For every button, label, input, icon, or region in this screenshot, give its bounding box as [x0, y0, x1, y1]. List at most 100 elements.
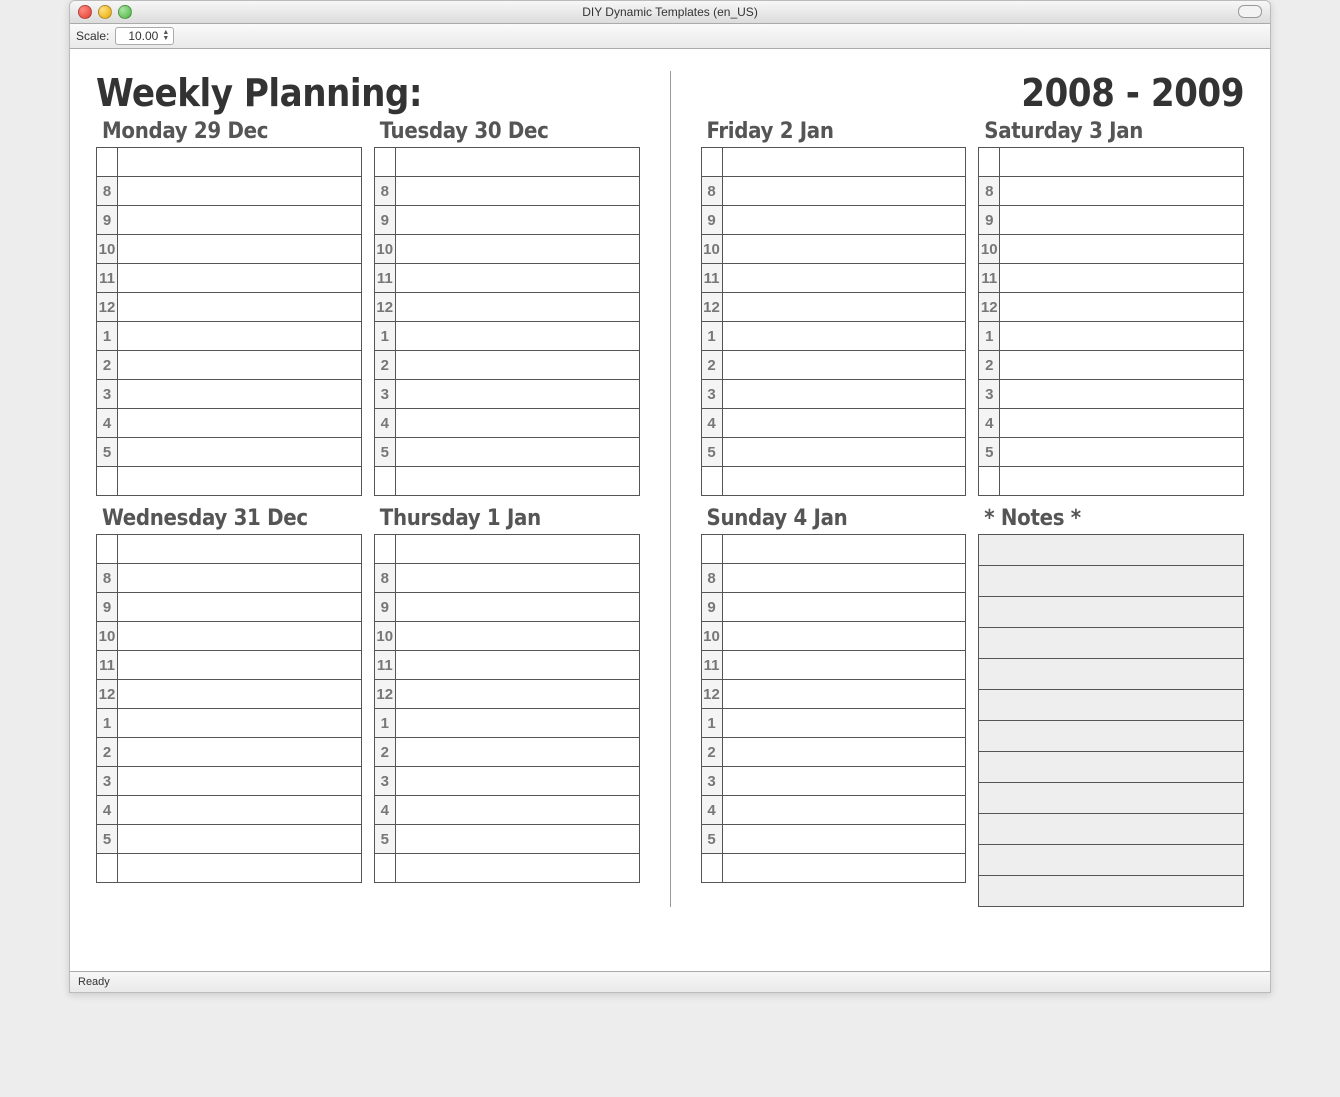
slot-cell[interactable]	[722, 177, 966, 206]
slot-cell[interactable]	[722, 467, 966, 496]
slot-cell[interactable]	[395, 235, 639, 264]
slot-cell[interactable]	[118, 854, 362, 883]
slot-cell[interactable]	[1000, 351, 1244, 380]
slot-cell[interactable]	[1000, 293, 1244, 322]
slot-cell[interactable]	[395, 593, 639, 622]
slot-cell[interactable]	[722, 564, 966, 593]
slot-cell[interactable]	[1000, 148, 1244, 177]
slot-cell[interactable]	[722, 409, 966, 438]
slot-cell[interactable]	[118, 438, 362, 467]
slot-cell[interactable]	[118, 709, 362, 738]
titlebar[interactable]: DIY Dynamic Templates (en_US)	[70, 1, 1270, 24]
slot-cell[interactable]	[722, 438, 966, 467]
slot-cell[interactable]	[395, 651, 639, 680]
slot-cell[interactable]	[118, 680, 362, 709]
slot-cell[interactable]	[395, 825, 639, 854]
zoom-icon[interactable]	[118, 5, 132, 19]
slot-cell[interactable]	[395, 796, 639, 825]
notes-row[interactable]	[979, 535, 1244, 566]
slot-cell[interactable]	[118, 622, 362, 651]
slot-cell[interactable]	[395, 564, 639, 593]
slot-cell[interactable]	[395, 767, 639, 796]
slot-cell[interactable]	[722, 738, 966, 767]
slot-cell[interactable]	[395, 854, 639, 883]
stepper-down-icon[interactable]: ▼	[162, 36, 169, 42]
slot-cell[interactable]	[395, 467, 639, 496]
notes-row[interactable]	[979, 597, 1244, 628]
slot-cell[interactable]	[118, 235, 362, 264]
toolbar-toggle-button[interactable]	[1238, 5, 1262, 18]
notes-row[interactable]	[979, 814, 1244, 845]
slot-cell[interactable]	[118, 148, 362, 177]
slot-cell[interactable]	[722, 651, 966, 680]
slot-cell[interactable]	[1000, 235, 1244, 264]
slot-cell[interactable]	[118, 535, 362, 564]
slot-cell[interactable]	[722, 351, 966, 380]
slot-cell[interactable]	[1000, 322, 1244, 351]
slot-cell[interactable]	[722, 322, 966, 351]
notes-row[interactable]	[979, 566, 1244, 597]
slot-cell[interactable]	[118, 177, 362, 206]
slot-cell[interactable]	[118, 380, 362, 409]
slot-cell[interactable]	[395, 680, 639, 709]
slot-cell[interactable]	[118, 796, 362, 825]
close-icon[interactable]	[78, 5, 92, 19]
slot-cell[interactable]	[722, 825, 966, 854]
slot-cell[interactable]	[722, 854, 966, 883]
slot-cell[interactable]	[722, 235, 966, 264]
slot-cell[interactable]	[118, 293, 362, 322]
slot-cell[interactable]	[395, 322, 639, 351]
slot-cell[interactable]	[395, 351, 639, 380]
slot-cell[interactable]	[118, 206, 362, 235]
slot-cell[interactable]	[118, 264, 362, 293]
slot-cell[interactable]	[118, 322, 362, 351]
notes-row[interactable]	[979, 659, 1244, 690]
notes-row[interactable]	[979, 721, 1244, 752]
slot-cell[interactable]	[1000, 206, 1244, 235]
scale-stepper[interactable]: 10.00 ▲ ▼	[115, 27, 174, 45]
slot-cell[interactable]	[722, 380, 966, 409]
slot-cell[interactable]	[395, 738, 639, 767]
notes-row[interactable]	[979, 690, 1244, 721]
notes-row[interactable]	[979, 783, 1244, 814]
slot-cell[interactable]	[722, 622, 966, 651]
slot-cell[interactable]	[118, 738, 362, 767]
slot-cell[interactable]	[395, 380, 639, 409]
slot-cell[interactable]	[395, 177, 639, 206]
slot-cell[interactable]	[722, 293, 966, 322]
notes-row[interactable]	[979, 628, 1244, 659]
slot-cell[interactable]	[722, 535, 966, 564]
slot-cell[interactable]	[1000, 467, 1244, 496]
slot-cell[interactable]	[118, 593, 362, 622]
slot-cell[interactable]	[395, 148, 639, 177]
slot-cell[interactable]	[395, 709, 639, 738]
slot-cell[interactable]	[395, 535, 639, 564]
slot-cell[interactable]	[722, 148, 966, 177]
slot-cell[interactable]	[722, 709, 966, 738]
slot-cell[interactable]	[118, 651, 362, 680]
slot-cell[interactable]	[395, 264, 639, 293]
scale-value[interactable]: 10.00	[120, 29, 158, 43]
slot-cell[interactable]	[118, 767, 362, 796]
minimize-icon[interactable]	[98, 5, 112, 19]
slot-cell[interactable]	[395, 206, 639, 235]
slot-cell[interactable]	[722, 264, 966, 293]
slot-cell[interactable]	[395, 293, 639, 322]
slot-cell[interactable]	[722, 767, 966, 796]
document-canvas[interactable]: Weekly Planning: Monday 29 Dec8910111212…	[70, 49, 1270, 971]
slot-cell[interactable]	[395, 622, 639, 651]
slot-cell[interactable]	[722, 593, 966, 622]
slot-cell[interactable]	[722, 206, 966, 235]
slot-cell[interactable]	[118, 564, 362, 593]
slot-cell[interactable]	[118, 351, 362, 380]
slot-cell[interactable]	[1000, 177, 1244, 206]
slot-cell[interactable]	[118, 409, 362, 438]
slot-cell[interactable]	[395, 438, 639, 467]
slot-cell[interactable]	[1000, 438, 1244, 467]
slot-cell[interactable]	[722, 680, 966, 709]
slot-cell[interactable]	[1000, 380, 1244, 409]
notes-row[interactable]	[979, 876, 1244, 907]
slot-cell[interactable]	[395, 409, 639, 438]
slot-cell[interactable]	[722, 796, 966, 825]
notes-row[interactable]	[979, 752, 1244, 783]
